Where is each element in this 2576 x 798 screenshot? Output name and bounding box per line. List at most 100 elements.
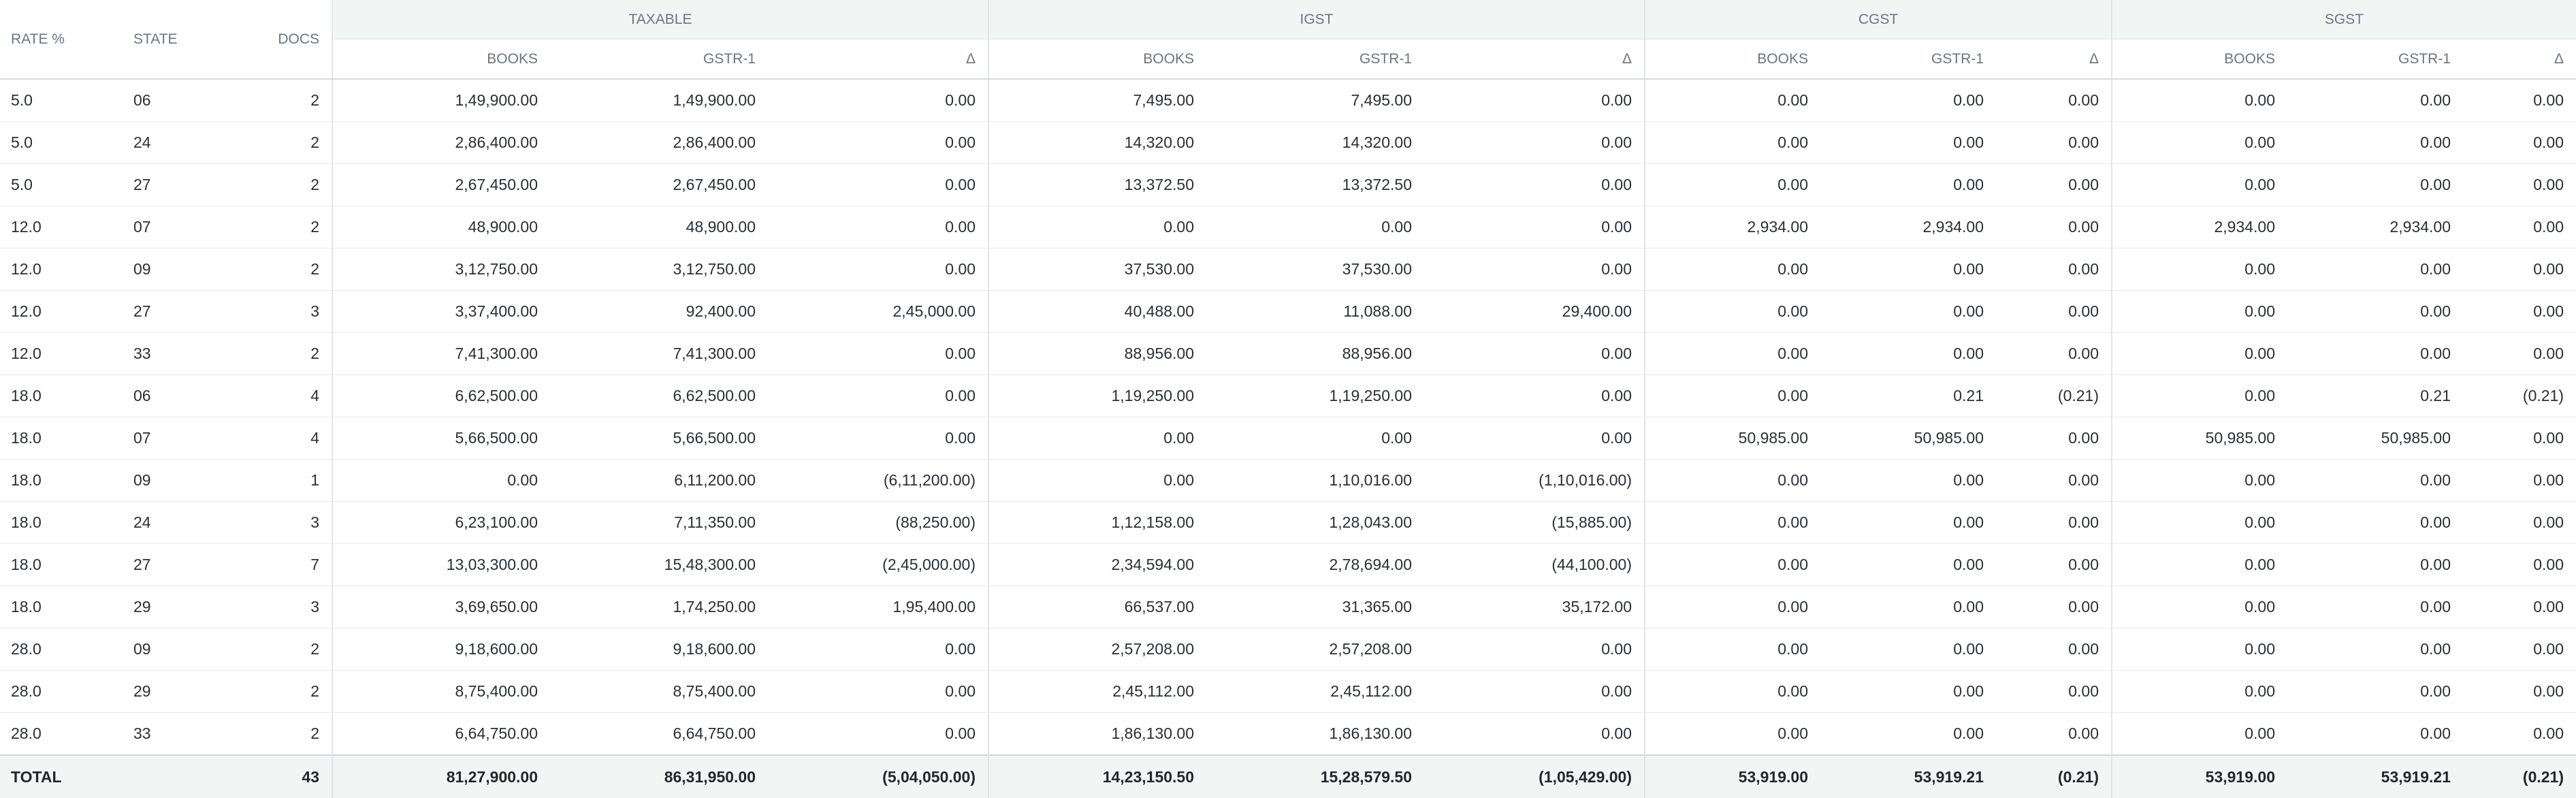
col-header-sgst-delta[interactable]: Δ bbox=[2463, 39, 2576, 80]
cell-docs: 4 bbox=[272, 374, 332, 417]
total-igst-gstr1: 15,28,579.50 bbox=[1206, 754, 1424, 798]
total-sgst-books: 53,919.00 bbox=[2111, 754, 2287, 798]
col-header-igst-gstr1[interactable]: GSTR-1 bbox=[1206, 39, 1424, 80]
cell-cgst-delta: 0.00 bbox=[1996, 459, 2112, 502]
table-row[interactable]: 18.0 09 1 0.00 6,11,200.00 (6,11,200.00) 0.00 1… bbox=[0, 459, 2576, 502]
cell-sgst-books: 0.00 bbox=[2111, 543, 2287, 586]
cell-cgst-gstr1: 0.00 bbox=[1820, 332, 1996, 375]
cell-taxable-gstr1: 8,75,400.00 bbox=[550, 670, 768, 713]
cell-taxable-books: 8,75,400.00 bbox=[332, 670, 550, 713]
col-header-state[interactable]: STATE bbox=[123, 0, 272, 80]
cell-sgst-gstr1: 50,985.00 bbox=[2287, 417, 2463, 460]
cell-state: 24 bbox=[123, 121, 272, 164]
cell-sgst-delta: 0.00 bbox=[2463, 670, 2576, 713]
cell-igst-gstr1: 13,372.50 bbox=[1206, 163, 1424, 206]
table-row[interactable]: 18.0 29 3 3,69,650.00 1,74,250.00 1,95,400.00… bbox=[0, 586, 2576, 628]
cell-igst-delta: 35,172.00 bbox=[1424, 586, 1645, 628]
cell-state: 33 bbox=[123, 712, 272, 756]
table-row[interactable]: 28.0 33 2 6,64,750.00 6,64,750.00 0.00 1,86,13… bbox=[0, 712, 2576, 756]
cell-sgst-gstr1: 0.00 bbox=[2287, 501, 2463, 544]
cell-sgst-books: 0.00 bbox=[2111, 121, 2287, 164]
total-taxable-books: 81,27,900.00 bbox=[332, 754, 550, 798]
col-header-taxable-delta[interactable]: Δ bbox=[768, 39, 988, 80]
cell-sgst-delta: 0.00 bbox=[2463, 586, 2576, 628]
cell-taxable-books: 9,18,600.00 bbox=[332, 628, 550, 671]
table-row[interactable]: 12.0 27 3 3,37,400.00 92,400.00 2,45,000.00 40… bbox=[0, 290, 2576, 333]
cell-taxable-delta: (2,45,000.00) bbox=[768, 543, 988, 586]
col-header-igst-books[interactable]: BOOKS bbox=[988, 39, 1206, 80]
cell-taxable-books: 3,12,750.00 bbox=[332, 248, 550, 291]
col-header-cgst-gstr1[interactable]: GSTR-1 bbox=[1820, 39, 1996, 80]
cell-cgst-books: 0.00 bbox=[1644, 163, 1820, 206]
table-row[interactable]: 28.0 09 2 9,18,600.00 9,18,600.00 0.00 2,57,20… bbox=[0, 628, 2576, 671]
cell-cgst-books: 0.00 bbox=[1644, 543, 1820, 586]
table-row[interactable]: 18.0 27 7 13,03,300.00 15,48,300.00 (2,45,000… bbox=[0, 543, 2576, 586]
cell-sgst-delta: 0.00 bbox=[2463, 459, 2576, 502]
cell-docs: 3 bbox=[272, 586, 332, 628]
table-row[interactable]: 18.0 06 4 6,62,500.00 6,62,500.00 0.00 1,19,25… bbox=[0, 374, 2576, 417]
cell-igst-delta: 0.00 bbox=[1424, 79, 1645, 122]
cell-docs: 3 bbox=[272, 290, 332, 333]
cell-taxable-books: 6,64,750.00 bbox=[332, 712, 550, 756]
group-header-taxable: TAXABLE bbox=[332, 0, 988, 39]
cell-docs: 2 bbox=[272, 163, 332, 206]
col-header-cgst-delta[interactable]: Δ bbox=[1996, 39, 2112, 80]
cell-cgst-books: 0.00 bbox=[1644, 501, 1820, 544]
table-row[interactable]: 5.0 27 2 2,67,450.00 2,67,450.00 0.00 13,372.5… bbox=[0, 163, 2576, 206]
col-header-cgst-books[interactable]: BOOKS bbox=[1644, 39, 1820, 80]
total-docs: 43 bbox=[272, 754, 332, 798]
table-row[interactable]: 12.0 33 2 7,41,300.00 7,41,300.00 0.00 88,956.… bbox=[0, 332, 2576, 375]
cell-sgst-delta: 0.00 bbox=[2463, 543, 2576, 586]
cell-cgst-gstr1: 0.00 bbox=[1820, 543, 1996, 586]
cell-sgst-delta: 0.00 bbox=[2463, 163, 2576, 206]
cell-docs: 2 bbox=[272, 670, 332, 713]
cell-igst-books: 14,320.00 bbox=[988, 121, 1206, 164]
table-row[interactable]: 5.0 24 2 2,86,400.00 2,86,400.00 0.00 14,320.0… bbox=[0, 121, 2576, 164]
cell-igst-gstr1: 1,28,043.00 bbox=[1206, 501, 1424, 544]
cell-taxable-gstr1: 2,67,450.00 bbox=[550, 163, 768, 206]
table-row[interactable]: 18.0 07 4 5,66,500.00 5,66,500.00 0.00 0.00 0.0… bbox=[0, 417, 2576, 460]
cell-igst-books: 2,45,112.00 bbox=[988, 670, 1206, 713]
table-row[interactable]: 18.0 24 3 6,23,100.00 7,11,350.00 (88,250.00)… bbox=[0, 501, 2576, 544]
cell-sgst-books: 0.00 bbox=[2111, 586, 2287, 628]
cell-cgst-gstr1: 0.00 bbox=[1820, 459, 1996, 502]
cell-taxable-books: 6,23,100.00 bbox=[332, 501, 550, 544]
col-header-sgst-gstr1[interactable]: GSTR-1 bbox=[2287, 39, 2463, 80]
total-sgst-gstr1: 53,919.21 bbox=[2287, 754, 2463, 798]
col-header-rate[interactable]: RATE % bbox=[0, 0, 123, 80]
col-header-sgst-books[interactable]: BOOKS bbox=[2111, 39, 2287, 80]
cell-cgst-gstr1: 0.00 bbox=[1820, 163, 1996, 206]
col-header-docs[interactable]: DOCS bbox=[272, 0, 332, 80]
cell-cgst-gstr1: 0.00 bbox=[1820, 501, 1996, 544]
col-header-taxable-books[interactable]: BOOKS bbox=[332, 39, 550, 80]
cell-cgst-gstr1: 0.00 bbox=[1820, 121, 1996, 164]
cell-taxable-books: 48,900.00 bbox=[332, 206, 550, 249]
cell-igst-books: 13,372.50 bbox=[988, 163, 1206, 206]
cell-sgst-books: 0.00 bbox=[2111, 374, 2287, 417]
cell-rate: 18.0 bbox=[0, 417, 123, 460]
cell-cgst-delta: 0.00 bbox=[1996, 206, 2112, 249]
cell-rate: 18.0 bbox=[0, 374, 123, 417]
cell-taxable-books: 1,49,900.00 bbox=[332, 79, 550, 122]
total-taxable-delta: (5,04,050.00) bbox=[768, 754, 988, 798]
col-header-igst-delta[interactable]: Δ bbox=[1424, 39, 1645, 80]
cell-docs: 2 bbox=[272, 332, 332, 375]
cell-state: 07 bbox=[123, 206, 272, 249]
table-row[interactable]: 12.0 07 2 48,900.00 48,900.00 0.00 0.00 0.00 0.0… bbox=[0, 206, 2576, 249]
cell-taxable-books: 13,03,300.00 bbox=[332, 543, 550, 586]
table-row[interactable]: 5.0 06 2 1,49,900.00 1,49,900.00 0.00 7,495.00… bbox=[0, 79, 2576, 122]
cell-igst-gstr1: 37,530.00 bbox=[1206, 248, 1424, 291]
cell-cgst-books: 0.00 bbox=[1644, 459, 1820, 502]
cell-igst-books: 0.00 bbox=[988, 459, 1206, 502]
cell-sgst-books: 0.00 bbox=[2111, 628, 2287, 671]
cell-taxable-gstr1: 15,48,300.00 bbox=[550, 543, 768, 586]
table-row[interactable]: 12.0 09 2 3,12,750.00 3,12,750.00 0.00 37,530.… bbox=[0, 248, 2576, 291]
cell-sgst-delta: 0.00 bbox=[2463, 332, 2576, 375]
cell-rate: 18.0 bbox=[0, 459, 123, 502]
cell-taxable-gstr1: 6,62,500.00 bbox=[550, 374, 768, 417]
cell-state: 27 bbox=[123, 290, 272, 333]
cell-sgst-gstr1: 0.00 bbox=[2287, 248, 2463, 291]
cell-igst-books: 40,488.00 bbox=[988, 290, 1206, 333]
table-row[interactable]: 28.0 29 2 8,75,400.00 8,75,400.00 0.00 2,45,11… bbox=[0, 670, 2576, 713]
col-header-taxable-gstr1[interactable]: GSTR-1 bbox=[550, 39, 768, 80]
